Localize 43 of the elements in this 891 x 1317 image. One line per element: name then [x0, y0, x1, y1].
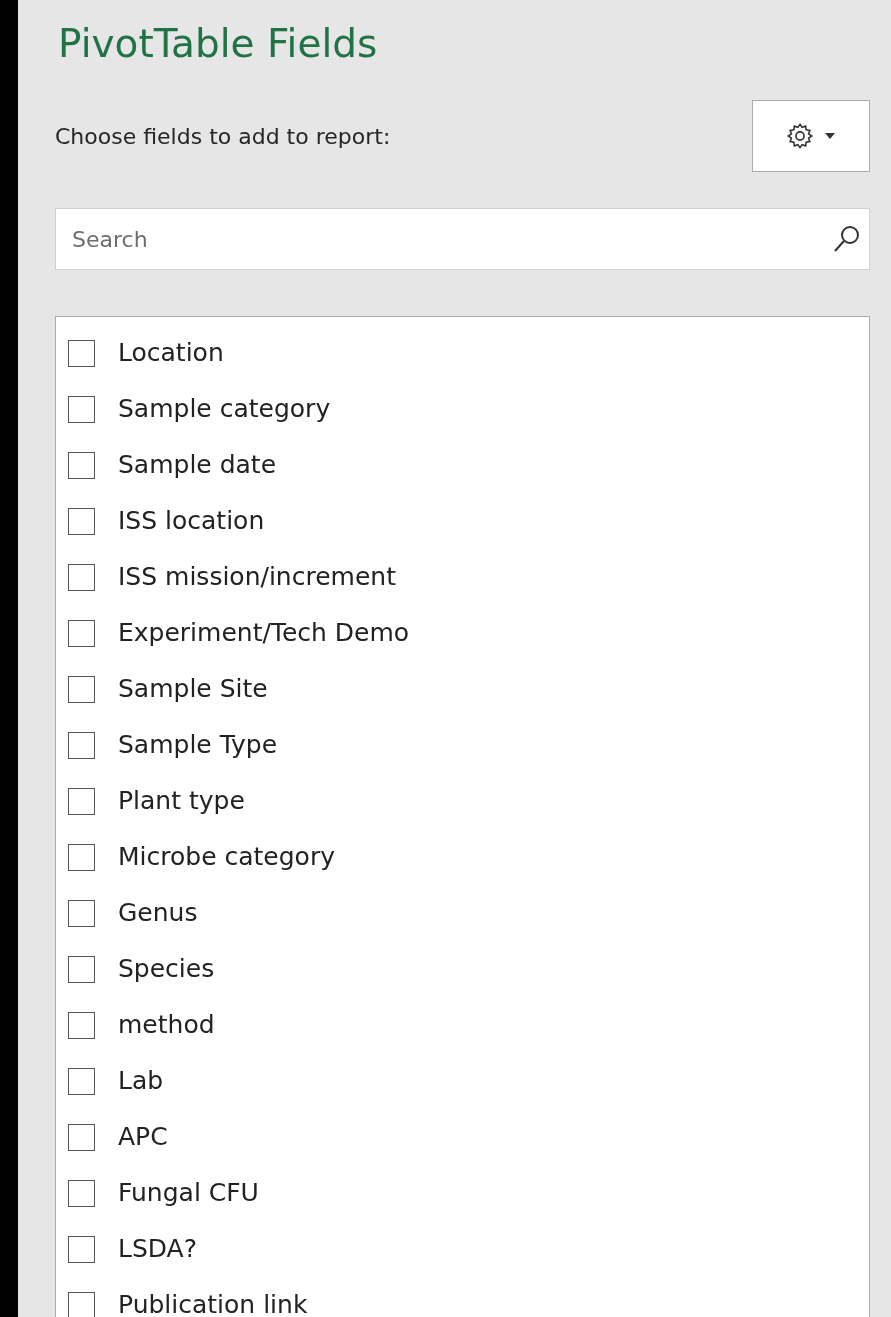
- caret-icon: [824, 132, 836, 140]
- field-checkbox[interactable]: [68, 899, 95, 927]
- field-label[interactable]: Experiment/Tech Demo: [118, 614, 410, 652]
- field-checkbox[interactable]: [68, 1067, 95, 1095]
- settings-button[interactable]: [752, 100, 870, 172]
- field-label[interactable]: Location: [118, 334, 224, 372]
- field-checkbox[interactable]: [68, 1011, 95, 1039]
- field-checkbox[interactable]: [68, 1179, 95, 1207]
- field-label[interactable]: ISS location: [118, 502, 265, 540]
- field-label[interactable]: Microbe category: [118, 838, 335, 876]
- search-icon: [832, 224, 862, 254]
- field-checkbox[interactable]: [68, 731, 95, 759]
- field-label[interactable]: Plant type: [118, 782, 245, 820]
- field-checkbox[interactable]: [68, 1123, 95, 1151]
- field-checkbox[interactable]: [68, 1235, 95, 1263]
- field-label[interactable]: Genus: [118, 894, 198, 932]
- search-field[interactable]: Search: [55, 208, 870, 270]
- field-checkbox[interactable]: [68, 675, 95, 703]
- field-label[interactable]: Sample category: [118, 390, 331, 428]
- field-label[interactable]: Fungal CFU: [118, 1174, 259, 1212]
- field-label[interactable]: Sample Site: [118, 670, 268, 708]
- field-checkbox[interactable]: [68, 843, 95, 871]
- settings-icon: [786, 122, 814, 150]
- field-checkbox[interactable]: [68, 507, 95, 535]
- field-label[interactable]: Lab: [118, 1062, 164, 1100]
- field-label[interactable]: APC: [118, 1118, 168, 1156]
- field-label[interactable]: Sample Type: [118, 726, 278, 764]
- field-label[interactable]: Publication link: [118, 1286, 308, 1317]
- field-label[interactable]: method: [118, 1006, 215, 1044]
- field-checkbox[interactable]: [68, 787, 95, 815]
- field-label[interactable]: LSDA?: [118, 1230, 197, 1268]
- field-checkbox[interactable]: [68, 563, 95, 591]
- field-label[interactable]: ISS mission/increment: [118, 558, 396, 596]
- field-label[interactable]: Species: [118, 950, 215, 988]
- instruction-text: Choose fields to add to report:: [55, 122, 392, 151]
- field-checkbox[interactable]: [68, 451, 95, 479]
- field-checkbox[interactable]: [68, 1291, 95, 1317]
- field-checkbox[interactable]: [68, 339, 95, 367]
- field-checkbox[interactable]: [68, 619, 95, 647]
- field-checkbox[interactable]: [68, 955, 95, 983]
- field-label[interactable]: Sample date: [118, 446, 277, 484]
- panel-title: PivotTable Fields: [58, 20, 379, 68]
- field-checkbox[interactable]: [68, 395, 95, 423]
